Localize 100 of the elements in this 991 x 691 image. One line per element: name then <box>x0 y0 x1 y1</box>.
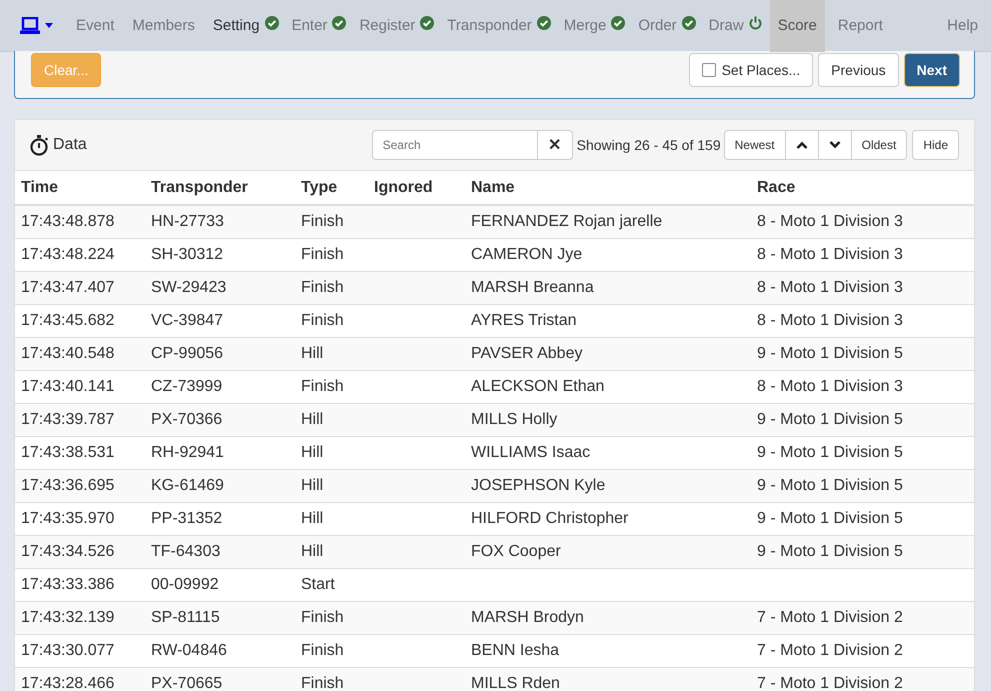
table-cell: 17:43:34.526 <box>21 543 114 560</box>
table-cell: 8 - Moto 1 Division 3 <box>757 246 903 263</box>
nav-tab[interactable]: Setting <box>208 0 265 52</box>
chevron-up-icon <box>796 141 808 149</box>
table-cell: BENN Iesha <box>471 642 560 659</box>
table-cell: AYRES Tristan <box>471 312 577 329</box>
table-cell: CP-99056 <box>151 345 224 362</box>
table-cell: FERNANDEZ Rojan jarelle <box>471 213 662 230</box>
nav-tab[interactable]: Draw <box>704 0 749 52</box>
oldest-button[interactable]: Oldest <box>850 130 908 160</box>
table-cell: JOSEPHSON Kyle <box>471 477 606 494</box>
table-cell: Finish <box>301 246 344 263</box>
table-cell: 7 - Moto 1 Division 2 <box>757 642 903 659</box>
table-cell: 17:43:36.695 <box>21 477 114 494</box>
laptop-icon[interactable] <box>20 16 40 34</box>
table-cell: 17:43:40.548 <box>21 345 114 362</box>
table-cell: 9 - Moto 1 Division 5 <box>757 411 903 428</box>
table-cell: MILLS Holly <box>471 411 558 428</box>
nav-tab[interactable]: Order <box>633 0 682 52</box>
table-cell: 17:43:32.139 <box>21 609 114 626</box>
search-field[interactable]: Search <box>372 130 538 160</box>
nav-tab[interactable]: Merge <box>558 0 612 52</box>
table-cell: KG-61469 <box>151 477 224 494</box>
table-cell: SH-30312 <box>151 246 224 263</box>
table-cell: SP-81115 <box>151 609 220 626</box>
table-cell: PP-31352 <box>151 510 222 527</box>
help-link[interactable]: Help <box>942 0 983 52</box>
table-cell: 8 - Moto 1 Division 3 <box>757 279 903 296</box>
set-places-button[interactable]: Set Places... <box>688 52 814 86</box>
clear-search-button[interactable]: ✕ <box>538 130 573 160</box>
table-cell: PX-70665 <box>151 675 222 691</box>
table-cell: PX-70366 <box>151 411 222 428</box>
next-button[interactable]: Next <box>904 52 960 86</box>
table-cell: 17:43:38.531 <box>21 444 114 461</box>
table-cell: HN-27733 <box>151 213 224 230</box>
table-cell: MILLS Rden <box>471 675 560 691</box>
table-cell: 17:43:30.077 <box>21 642 114 659</box>
nav-tab[interactable]: Transponder <box>442 0 537 52</box>
nav-tab[interactable]: Event <box>71 0 120 52</box>
table-cell: Finish <box>301 675 344 691</box>
nav-tab[interactable]: Members <box>127 0 200 52</box>
table-cell: WILLIAMS Isaac <box>471 444 590 461</box>
nav-tab[interactable]: Register <box>354 0 420 52</box>
table-cell: MARSH Brodyn <box>471 609 584 626</box>
stopwatch-icon <box>29 134 49 156</box>
clear-button[interactable]: Clear... <box>31 52 101 86</box>
table-cell: Hill <box>301 345 324 362</box>
table-cell: Start <box>301 576 335 593</box>
table-cell: 17:43:45.682 <box>21 312 114 329</box>
table-cell: Hill <box>301 543 324 560</box>
table-cell: 9 - Moto 1 Division 5 <box>757 345 903 362</box>
table-cell: ALECKSON Ethan <box>471 378 604 395</box>
table-cell: 17:43:28.466 <box>21 675 114 691</box>
table-cell: 9 - Moto 1 Division 5 <box>757 543 903 560</box>
showing-count: Showing 26 - 45 of 159 <box>576 137 721 153</box>
table-cell: PAVSER Abbey <box>471 345 582 362</box>
table-cell: Finish <box>301 609 344 626</box>
nav-tab[interactable]: Report <box>832 0 888 52</box>
table-cell: Finish <box>301 642 344 659</box>
table-cell: CZ-73999 <box>151 378 222 395</box>
table-cell: TF-64303 <box>151 543 220 560</box>
table-cell: 17:43:48.224 <box>21 246 114 263</box>
table-cell: 8 - Moto 1 Division 3 <box>757 312 903 329</box>
table-cell: 17:43:39.787 <box>21 411 114 428</box>
table-cell: RW-04846 <box>151 642 227 659</box>
table-cell: 9 - Moto 1 Division 5 <box>757 477 903 494</box>
checkbox[interactable] <box>702 62 716 76</box>
table-cell: Hill <box>301 411 324 428</box>
table-cell: Finish <box>301 378 344 395</box>
table-cell: 17:43:33.386 <box>21 576 114 593</box>
table-cell: 8 - Moto 1 Division 3 <box>757 378 903 395</box>
table-cell: MARSH Breanna <box>471 279 594 296</box>
table-cell: Hill <box>301 444 324 461</box>
nav-tab[interactable]: Score <box>770 0 825 52</box>
table-cell: Finish <box>301 279 344 296</box>
nav-tab[interactable]: Enter <box>286 0 332 52</box>
up-button[interactable] <box>784 130 819 160</box>
chevron-down-icon <box>828 141 841 149</box>
table-cell: SW-29423 <box>151 279 226 296</box>
table-cell: 7 - Moto 1 Division 2 <box>757 675 903 691</box>
table-cell: 9 - Moto 1 Division 5 <box>757 444 903 461</box>
table-cell: 17:43:48.878 <box>21 213 114 230</box>
table-cell: RH-92941 <box>151 444 224 461</box>
table-cell: Hill <box>301 510 324 527</box>
table-cell: CAMERON Jye <box>471 246 582 263</box>
table-cell: Finish <box>301 312 344 329</box>
table-cell: HILFORD Christopher <box>471 510 628 527</box>
table-cell: 8 - Moto 1 Division 3 <box>757 213 903 230</box>
table-cell: Hill <box>301 477 324 494</box>
table-cell: 17:43:40.141 <box>21 378 114 395</box>
caret-icon[interactable] <box>45 23 53 28</box>
hide-button[interactable]: Hide <box>912 130 959 160</box>
table-cell: Finish <box>301 213 344 230</box>
table-cell: 9 - Moto 1 Division 5 <box>757 510 903 527</box>
table-cell: 17:43:35.970 <box>21 510 114 527</box>
table-cell: 7 - Moto 1 Division 2 <box>757 609 903 626</box>
previous-button[interactable]: Previous <box>818 52 899 86</box>
table-cell: FOX Cooper <box>471 543 561 560</box>
down-button[interactable] <box>818 130 852 160</box>
newest-button[interactable]: Newest <box>724 130 786 160</box>
